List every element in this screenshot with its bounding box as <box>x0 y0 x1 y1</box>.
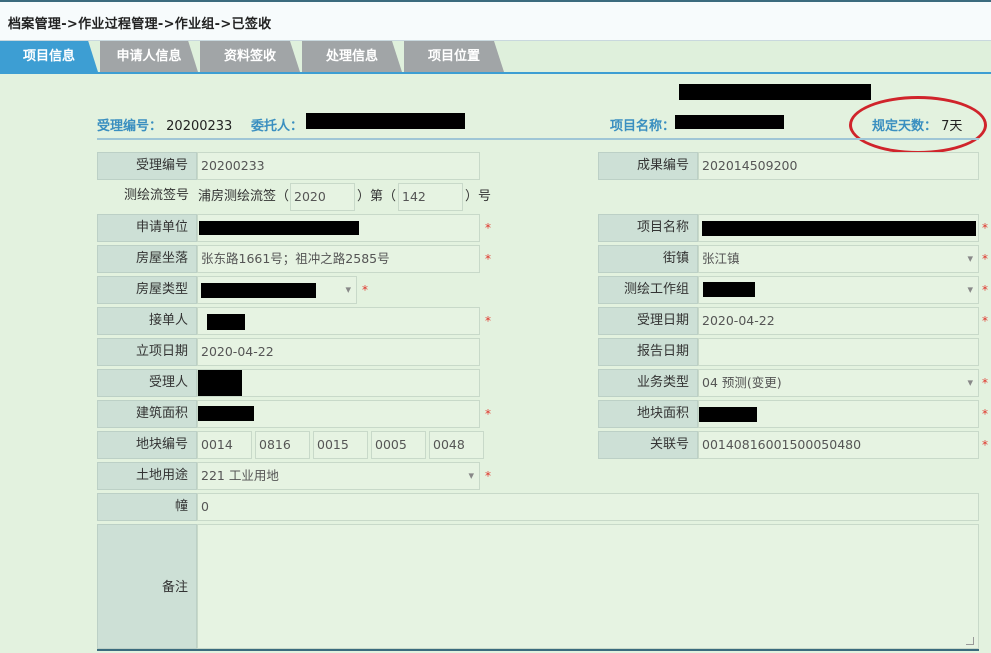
annotation-circle <box>849 96 987 154</box>
applicant-unit-label: 申请单位 <box>97 214 197 242</box>
project-name-field[interactable] <box>698 214 979 242</box>
tab-document-receipt[interactable]: 资料签收 <box>200 41 300 72</box>
setup-date-label: 立项日期 <box>97 338 197 366</box>
remark-textarea[interactable] <box>197 524 979 649</box>
plot-area-field[interactable] <box>698 400 979 428</box>
redaction-bar <box>702 221 976 236</box>
summary-client: 委托人： <box>251 115 303 134</box>
required-mark: * <box>982 221 988 235</box>
house-location-label: 房屋坐落 <box>97 245 197 273</box>
survey-group-label: 测绘工作组 <box>598 276 698 304</box>
breadcrumb-bar: 档案管理->作业过程管理->作业组->已签收 <box>0 0 991 41</box>
summary-divider <box>97 138 979 140</box>
plot-no-part-2[interactable]: 0816 <box>255 431 310 459</box>
summary-project-name-label: 项目名称： <box>610 119 676 134</box>
acceptor-label: 受理人 <box>97 369 197 397</box>
survey-tag-prefix: 浦房测绘流签（ <box>198 189 290 204</box>
result-no-label: 成果编号 <box>598 152 698 180</box>
required-mark: * <box>485 221 491 235</box>
required-mark: * <box>982 407 988 421</box>
redaction-bar <box>207 314 245 330</box>
survey-tag-suffix: ）号 <box>465 189 492 204</box>
house-location-field[interactable]: 张东路1661号；祖冲之路2585号 <box>197 245 480 273</box>
summary-project-name: 项目名称： <box>610 115 675 134</box>
summary-client-label: 委托人： <box>251 119 304 134</box>
street-select[interactable]: 张江镇 <box>698 245 979 273</box>
biz-type-select[interactable]: 04 预测(变更) <box>698 369 979 397</box>
required-mark: * <box>485 314 491 328</box>
remark-label: 备注 <box>97 524 197 649</box>
tab-underline <box>0 72 991 74</box>
redaction-bar <box>675 115 784 129</box>
required-mark: * <box>982 283 988 297</box>
survey-tag-year-field[interactable]: 2020 <box>290 183 355 211</box>
accept-date-label: 受理日期 <box>598 307 698 335</box>
required-mark: * <box>485 469 491 483</box>
relation-no-field[interactable]: 00140816001500050480 <box>698 431 979 459</box>
project-name-label: 项目名称 <box>598 214 698 242</box>
plot-no-part-3[interactable]: 0015 <box>313 431 368 459</box>
required-mark: * <box>982 376 988 390</box>
resize-handle[interactable] <box>966 637 974 645</box>
required-mark: * <box>485 407 491 421</box>
redaction-bar <box>703 282 755 297</box>
relation-no-label: 关联号 <box>598 431 698 459</box>
accept-date-field[interactable]: 2020-04-22 <box>698 307 979 335</box>
street-label: 街镇 <box>598 245 698 273</box>
building-label: 幢 <box>97 493 197 521</box>
house-type-select[interactable] <box>197 276 357 304</box>
house-type-label: 房屋类型 <box>97 276 197 304</box>
plot-no-part-4[interactable]: 0005 <box>371 431 426 459</box>
summary-accept-no-value: 20200233 <box>166 119 233 134</box>
redaction-bar <box>201 283 316 298</box>
tab-applicant-info[interactable]: 申请人信息 <box>100 41 198 72</box>
report-date-field[interactable] <box>698 338 979 366</box>
receiver-label: 接单人 <box>97 307 197 335</box>
redaction-bar <box>198 370 242 396</box>
redaction-bar <box>699 407 757 422</box>
required-mark: * <box>982 438 988 452</box>
land-use-select[interactable]: 221 工业用地 <box>197 462 480 490</box>
plot-no-part-1[interactable]: 0014 <box>197 431 252 459</box>
plot-area-label: 地块面积 <box>598 400 698 428</box>
required-mark: * <box>982 252 988 266</box>
plot-no-part-5[interactable]: 0048 <box>429 431 484 459</box>
required-mark: * <box>982 314 988 328</box>
report-date-label: 报告日期 <box>598 338 698 366</box>
bottom-border <box>97 649 979 651</box>
result-no-field[interactable]: 202014509200 <box>698 152 979 180</box>
land-use-label: 土地用途 <box>97 462 197 490</box>
accept-no-field[interactable]: 20200233 <box>197 152 480 180</box>
applicant-unit-field[interactable] <box>197 214 480 242</box>
biz-type-label: 业务类型 <box>598 369 698 397</box>
redaction-bar <box>306 113 465 129</box>
summary-accept-no: 受理编号： 20200233 <box>97 115 232 134</box>
redaction-bar <box>199 221 359 235</box>
tab-project-location[interactable]: 项目位置 <box>404 41 504 72</box>
summary-accept-no-label: 受理编号： <box>97 119 163 134</box>
accept-no-label: 受理编号 <box>97 152 197 180</box>
survey-tag-num-field[interactable]: 142 <box>398 183 463 211</box>
acceptor-field[interactable] <box>197 369 480 397</box>
survey-group-select[interactable] <box>698 276 979 304</box>
tab-processing-info[interactable]: 处理信息 <box>302 41 402 72</box>
survey-tag-mid: ）第（ <box>357 189 397 204</box>
setup-date-field[interactable]: 2020-04-22 <box>197 338 480 366</box>
redaction-bar <box>679 84 871 100</box>
survey-tag-label: 测绘流签号 <box>123 188 189 203</box>
breadcrumb: 档案管理->作业过程管理->作业组->已签收 <box>8 17 272 32</box>
build-area-label: 建筑面积 <box>97 400 197 428</box>
tab-bar: 项目信息 申请人信息 资料签收 处理信息 项目位置 <box>0 41 991 74</box>
required-mark: * <box>485 252 491 266</box>
plot-no-label: 地块编号 <box>97 431 197 459</box>
required-mark: * <box>362 283 368 297</box>
build-area-field[interactable] <box>197 400 480 428</box>
receiver-field[interactable] <box>197 307 480 335</box>
building-field[interactable]: 0 <box>197 493 979 521</box>
redaction-bar <box>198 406 254 421</box>
tab-project-info[interactable]: 项目信息 <box>0 41 98 72</box>
